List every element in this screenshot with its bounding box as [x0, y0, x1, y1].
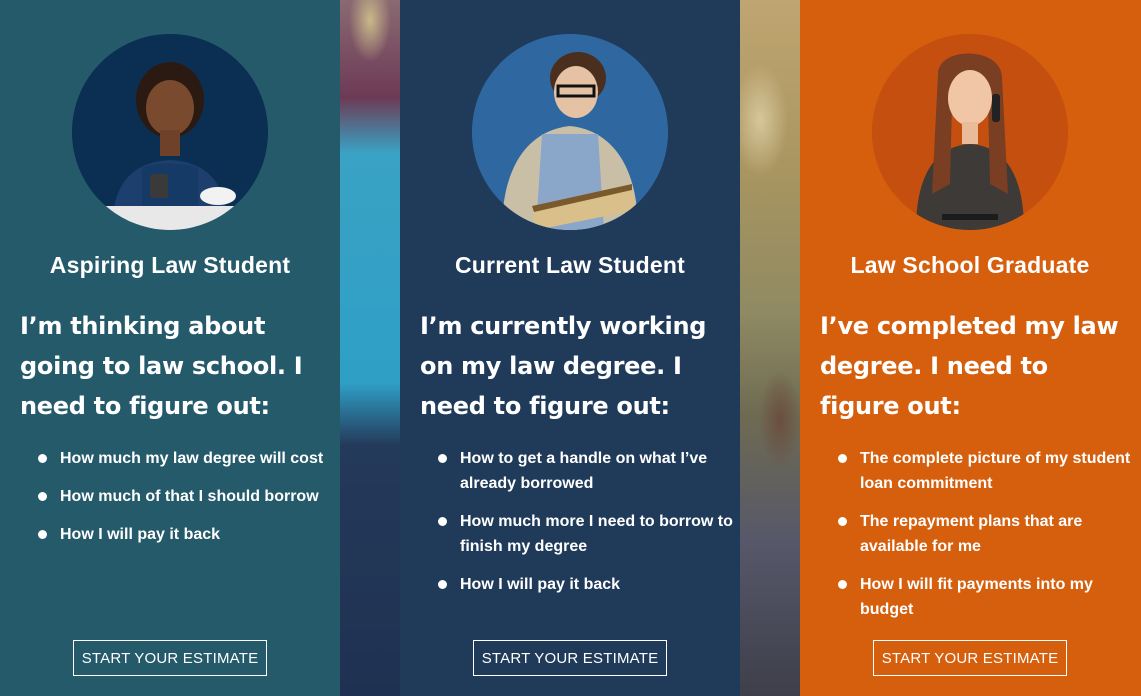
card-description: I’m currently working on my law degree. … [420, 312, 707, 420]
bullet-icon [38, 530, 47, 539]
list-item-text: The repayment plans that are available f… [860, 513, 1083, 555]
card-law-school-graduate: Law School Graduate I’ve completed my la… [800, 0, 1141, 696]
list-item: How much more I need to borrow to finish… [438, 509, 733, 559]
card-title: Aspiring Law Student [49, 252, 291, 278]
card-current-law-student: Current Law Student I’m currently workin… [400, 0, 740, 696]
list-item: The repayment plans that are available f… [838, 509, 1133, 559]
bullet-icon [838, 454, 847, 463]
card-title: Law School Graduate [850, 252, 1090, 278]
needs-list: How much my law degree will cost How muc… [38, 446, 333, 560]
card-description: I’ve completed my law degree. I need to … [820, 312, 1119, 420]
start-estimate-button[interactable]: START YOUR ESTIMATE [473, 640, 667, 676]
bullet-icon [38, 454, 47, 463]
list-item: How to get a handle on what I’ve already… [438, 446, 733, 496]
start-estimate-button[interactable]: START YOUR ESTIMATE [873, 640, 1067, 676]
needs-list: How to get a handle on what I’ve already… [438, 446, 733, 610]
bullet-icon [438, 580, 447, 589]
list-item: The complete picture of my student loan … [838, 446, 1133, 496]
list-item: How much of that I should borrow [38, 484, 333, 509]
list-item-text: How much of that I should borrow [60, 488, 319, 505]
bullet-icon [438, 454, 447, 463]
card-title: Current Law Student [455, 252, 685, 278]
list-item-text: The complete picture of my student loan … [860, 450, 1131, 492]
list-item-text: How much more I need to borrow to finish… [460, 513, 733, 555]
list-item: How I will pay it back [38, 522, 333, 547]
list-item-text: How I will pay it back [60, 526, 221, 543]
card-aspiring-law-student: Aspiring Law Student I’m thinking about … [0, 0, 340, 696]
list-item: How much my law degree will cost [38, 446, 333, 471]
card-description: I’m thinking about going to law school. … [20, 312, 303, 420]
avatar-photo-aspiring-student [72, 34, 268, 230]
background-photo-strip [740, 0, 800, 696]
list-item-text: How I will fit payments into my budget [860, 576, 1093, 618]
start-estimate-button[interactable]: START YOUR ESTIMATE [73, 640, 267, 676]
list-item: How I will pay it back [438, 572, 733, 597]
bullet-icon [38, 492, 47, 501]
avatar-photo-current-student [472, 34, 668, 230]
bullet-icon [438, 517, 447, 526]
bullet-icon [838, 517, 847, 526]
avatar-photo-graduate [872, 34, 1068, 230]
list-item-text: How to get a handle on what I’ve already… [460, 450, 708, 492]
list-item: How I will fit payments into my budget [838, 572, 1133, 622]
bullet-icon [838, 580, 847, 589]
list-item-text: How much my law degree will cost [60, 450, 324, 467]
needs-list: The complete picture of my student loan … [838, 446, 1133, 635]
list-item-text: How I will pay it back [460, 576, 621, 593]
background-photo-strip [340, 0, 400, 696]
